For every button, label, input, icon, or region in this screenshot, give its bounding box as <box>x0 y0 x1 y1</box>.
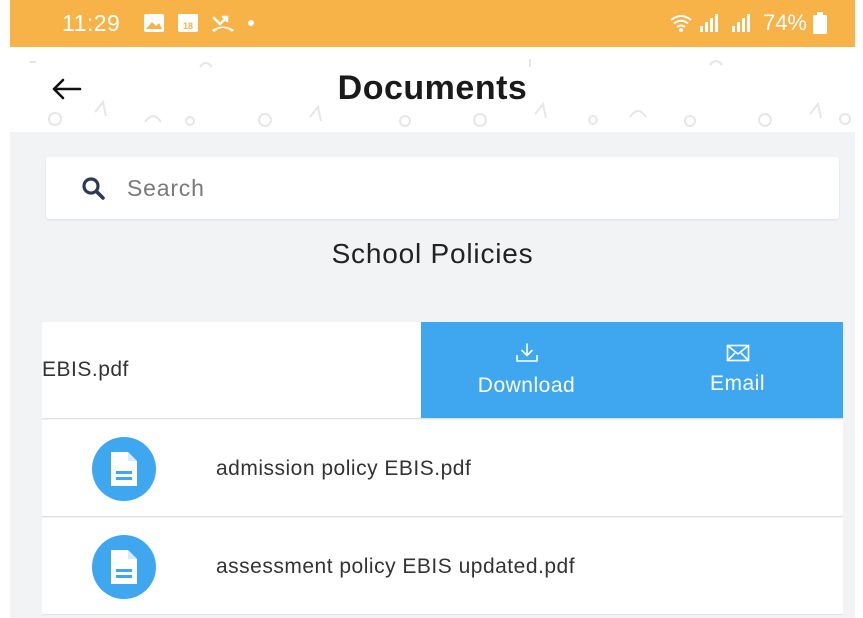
status-bar: 11:29 18 74% <box>10 0 855 47</box>
email-button[interactable]: Email <box>632 322 843 418</box>
document-row[interactable]: admission policy EBIS.pdf <box>42 420 843 517</box>
document-icon <box>92 535 156 599</box>
download-icon <box>515 343 538 362</box>
document-name: admission policy EBIS.pdf <box>216 457 472 480</box>
signal-icon <box>699 14 718 32</box>
document-row-swiped[interactable]: EBIS.pdf Download Email <box>42 322 843 419</box>
search-icon <box>82 177 105 200</box>
calendar-icon: 18 <box>178 14 198 32</box>
page-title: Documents <box>337 69 528 107</box>
document-name: assessment policy EBIS updated.pdf <box>216 555 576 578</box>
app-screen: 11:29 18 74% Documents Search School Pol… <box>10 0 855 618</box>
dot-icon <box>248 19 254 26</box>
battery-percent: 74% <box>762 10 807 35</box>
section-title: School Policies <box>331 238 534 269</box>
document-icon <box>92 437 156 501</box>
notification-icons: 18 <box>143 12 255 33</box>
search-bar[interactable] <box>46 157 839 219</box>
document-row[interactable]: assessment policy EBIS updated.pdf <box>42 518 843 615</box>
status-indicators: 74% <box>669 10 827 36</box>
signal-icon-2 <box>731 14 750 32</box>
missed-call-icon <box>212 15 234 32</box>
download-button[interactable]: Download <box>421 322 632 418</box>
status-time: 11:29 <box>62 10 121 36</box>
svg-text:18: 18 <box>183 21 193 31</box>
swipe-actions: Download Email <box>421 322 843 418</box>
search-input[interactable] <box>127 174 727 202</box>
email-icon <box>726 344 749 362</box>
email-label: Email <box>709 372 765 395</box>
battery-icon <box>813 12 827 34</box>
image-icon <box>144 13 164 32</box>
document-name-partial: EBIS.pdf <box>42 358 129 381</box>
wifi-icon <box>670 15 692 32</box>
download-label: Download <box>477 374 576 397</box>
app-header: Documents <box>10 47 855 132</box>
